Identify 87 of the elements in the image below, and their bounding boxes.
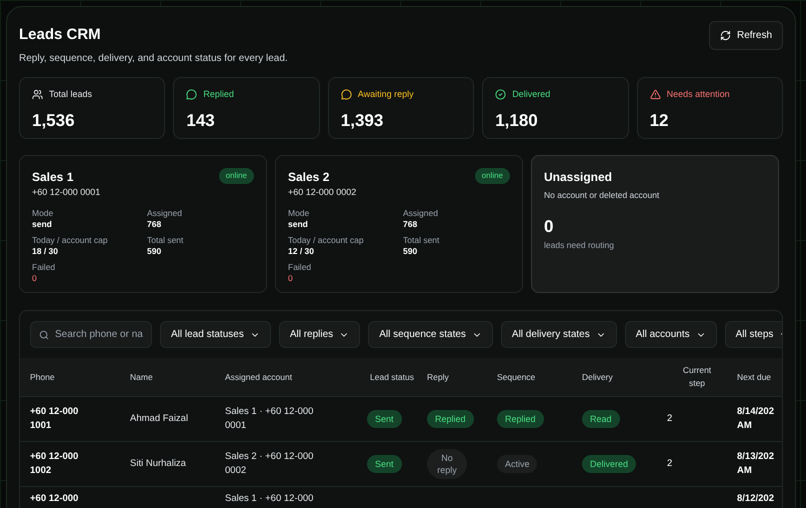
step-cell: 2	[667, 412, 672, 424]
phone-cell-text: +60 12-000 1001	[30, 404, 80, 433]
status-badge: Replied	[427, 410, 474, 428]
account-cell-text: Sales 2 · +60 12-000 0002	[225, 450, 314, 478]
stat-label: Awaiting reply	[358, 88, 414, 101]
field-value: send	[288, 218, 309, 230]
step-cell: 2	[667, 458, 672, 469]
account-cell-text: Sales 1 · +60 12-000 0001	[225, 404, 314, 433]
stat-value: 1,180	[495, 110, 539, 132]
status-badge: Sent	[367, 410, 402, 428]
name-cell: Ahmad Faizal	[130, 412, 188, 424]
field-value: 590	[403, 246, 418, 256]
filter-dropdown[interactable]: All replies	[278, 321, 360, 348]
status-badge: No reply	[427, 449, 467, 479]
status-badge: Replied	[497, 410, 544, 428]
field-label: Mode	[288, 208, 310, 218]
account-cell-text: Sales 1 · +60 12-000	[225, 492, 314, 506]
next-due-cell-text: 8/13/202 AM	[737, 450, 775, 478]
field-label: Today / account cap	[288, 234, 365, 246]
column-header: Next due	[737, 370, 772, 384]
users-icon	[32, 89, 43, 100]
field-value: 18 / 30	[32, 246, 59, 256]
column-header: Assigned account	[225, 370, 292, 384]
next-due-cell-text: 8/14/202 AM	[737, 404, 775, 433]
filter-dropdown[interactable]: All accounts	[624, 321, 717, 348]
column-header: Name	[130, 370, 153, 384]
stat-label: Total leads	[49, 88, 92, 101]
refresh-icon	[720, 30, 731, 41]
field-label: Total sent	[403, 234, 440, 246]
column-header: Current step	[682, 364, 712, 390]
status-badge: Read	[582, 410, 620, 428]
stat-label: Replied	[203, 88, 234, 101]
field-label: Failed	[288, 262, 312, 272]
field-value: 768	[147, 218, 162, 230]
card-caption: leads need routing	[544, 239, 615, 252]
field-value: send	[32, 218, 53, 230]
check-circle-icon	[495, 89, 506, 100]
search-field[interactable]: Search phone or na	[30, 321, 152, 348]
account-phone: +60 12-000 0001	[32, 186, 100, 199]
chat-bubble-icon	[340, 89, 352, 100]
status-badge: online	[218, 168, 254, 184]
name-cell: Siti Nurhaliza	[130, 458, 186, 469]
chat-bubble-icon	[186, 89, 198, 100]
field-value: 0	[288, 272, 294, 284]
card-title: Unassigned	[544, 169, 614, 186]
field-label: Today / account cap	[32, 234, 109, 246]
stat-value: 12	[650, 110, 670, 132]
stat-label: Delivered	[512, 88, 550, 101]
card-subtitle: No account or deleted account	[544, 189, 660, 202]
column-header: Reply	[427, 370, 449, 384]
filter-dropdown[interactable]: All sequence states	[368, 321, 493, 348]
stat-value: 1,536	[32, 110, 76, 132]
field-value: 768	[403, 218, 418, 230]
page-title: Leads CRM	[19, 25, 102, 45]
phone-cell-text: +60 12-000 1002	[30, 450, 80, 478]
field-value: 0	[32, 272, 38, 284]
filter-dropdown[interactable]: All lead statuses	[160, 321, 271, 348]
stat-value: 143	[186, 110, 216, 132]
phone-cell-text: +60 12-000	[30, 492, 80, 506]
column-header: Phone	[30, 370, 55, 384]
status-badge: Delivered	[582, 455, 636, 473]
column-header: Sequence	[497, 370, 536, 384]
stat-value: 1,393	[340, 110, 384, 132]
column-header: Lead status	[370, 370, 414, 384]
warning-icon	[650, 89, 661, 100]
next-due-cell-text: 8/12/202	[737, 492, 775, 506]
status-badge: Active	[497, 455, 537, 473]
field-value: 12 / 30	[288, 246, 315, 256]
account-phone: +60 12-000 0002	[288, 186, 356, 199]
unassigned-count: 0	[544, 216, 554, 238]
field-label: Assigned	[403, 208, 439, 218]
refresh-button[interactable]: Refresh	[708, 21, 783, 50]
account-name: Sales 2	[288, 169, 330, 186]
field-label: Failed	[32, 262, 56, 272]
field-value: 590	[147, 246, 162, 256]
field-label: Assigned	[147, 208, 183, 218]
page-subtitle: Reply, sequence, delivery, and account status for every lead.	[19, 52, 288, 66]
filter-dropdown[interactable]: All delivery states	[500, 321, 617, 348]
column-header: Delivery	[582, 370, 613, 384]
search-icon	[39, 330, 49, 340]
field-label: Total sent	[147, 234, 184, 246]
status-badge: online	[474, 168, 510, 184]
status-badge: Sent	[367, 455, 402, 473]
field-label: Mode	[32, 208, 54, 218]
stat-label: Needs attention	[666, 88, 730, 101]
account-name: Sales 1	[32, 169, 74, 186]
filter-dropdown[interactable]: All steps	[724, 321, 782, 348]
